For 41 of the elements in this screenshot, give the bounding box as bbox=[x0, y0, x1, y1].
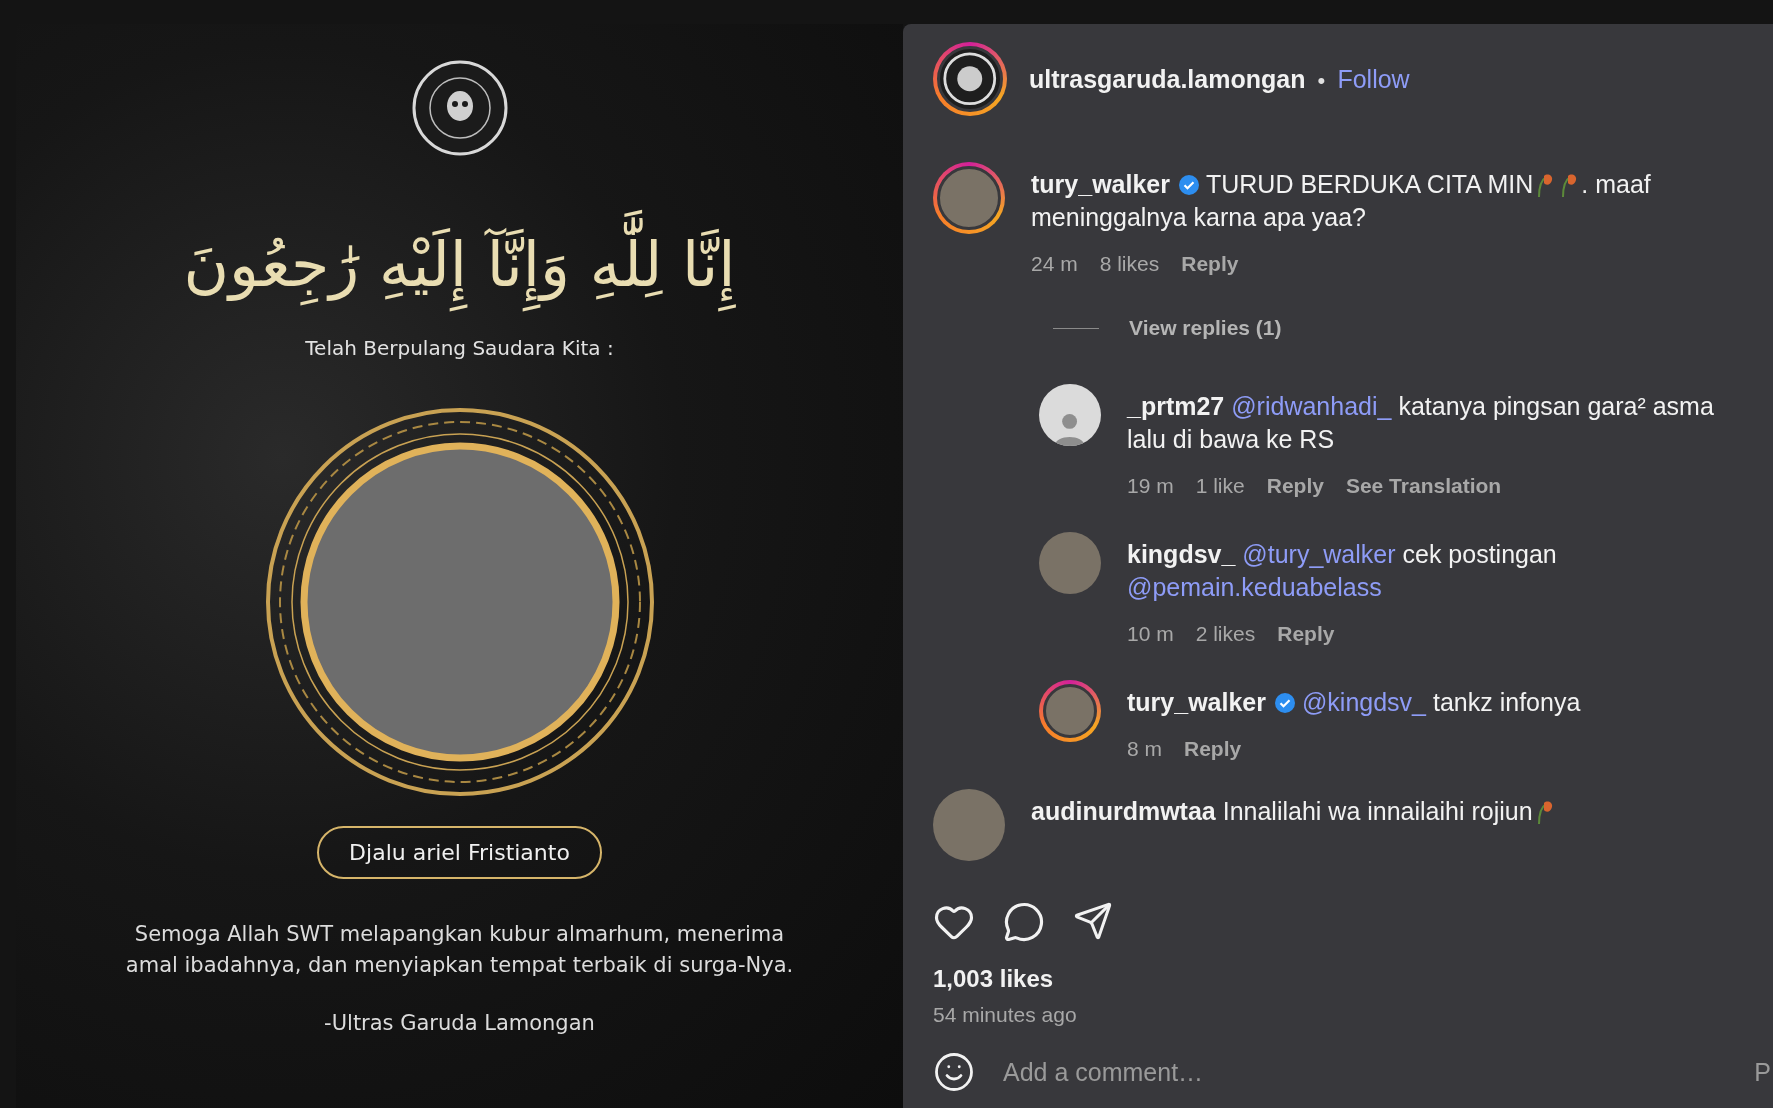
mention-link[interactable]: @ridwanhadi_ bbox=[1231, 392, 1392, 420]
username-link[interactable]: tury_walker bbox=[1031, 170, 1170, 198]
prayer-text: Semoga Allah SWT melapangkan kubur almarhum, menerima amal ibadahnya, dan menyiapkan tempat terbaik di surga-Nya. bbox=[124, 920, 795, 979]
like-count: 2 likes bbox=[1195, 622, 1256, 646]
post-time: 54 minutes ago bbox=[933, 1003, 1078, 1027]
username-link[interactable]: ultrasgaruda.lamongan bbox=[1029, 64, 1306, 93]
separator-dot: • bbox=[1316, 67, 1327, 93]
comment-time: 10 m bbox=[1127, 622, 1174, 646]
username-link[interactable]: kingdsv_ bbox=[1127, 540, 1236, 568]
mention-link[interactable]: @kingdsv_ bbox=[1301, 688, 1427, 716]
like-count: 1 like bbox=[1195, 474, 1245, 498]
post-button[interactable]: P bbox=[1754, 1057, 1773, 1087]
comment-text: kingdsv_ @tury_walker cek postingan @pemain.keduabelass bbox=[1127, 539, 1558, 603]
comment-text: audinurdmwtaa Innalilahi wa innailaihi rojiun bbox=[1031, 795, 1557, 828]
mention-link[interactable]: @pemain.keduabelass bbox=[1127, 573, 1382, 601]
comment-text: tury_walker TURUD BERDUKA CITA MIN . maaf meninggalnya karna apa yaa? bbox=[1031, 169, 1652, 233]
reply-link[interactable]: Reply bbox=[1184, 737, 1242, 761]
follow-link[interactable]: Follow bbox=[1337, 64, 1410, 93]
comment-text: _prtm27 @ridwanhadi_ katanya pingsan gara² asma lalu di bawa ke RS bbox=[1127, 391, 1715, 455]
deceased-name: Djalu ariel Fristianto bbox=[317, 825, 602, 879]
view-replies-button[interactable]: View replies (1) bbox=[1129, 316, 1282, 340]
comment-text: tury_walker @kingdsv_ tankz infonya bbox=[1127, 687, 1581, 718]
username-link[interactable]: audinurdmwtaa bbox=[1031, 797, 1216, 825]
comment-time: 24 m bbox=[1031, 252, 1078, 276]
like-count: 1,003 likes bbox=[933, 965, 1055, 993]
mention-link[interactable]: @tury_walker bbox=[1242, 540, 1396, 568]
username-link[interactable]: _prtm27 bbox=[1127, 392, 1225, 420]
emoji-button[interactable] bbox=[933, 1051, 975, 1093]
poster-caption: Telah Berpulang Saudara Kita : bbox=[305, 335, 614, 360]
reply-link[interactable]: Reply bbox=[1277, 622, 1335, 646]
comment-time: 19 m bbox=[1127, 474, 1174, 498]
arabic-verse: إِنَّا لِلَّٰهِ وَإِنَّآ إِلَيْهِ رَٰجِعُونَ bbox=[173, 206, 746, 324]
like-count: 8 likes bbox=[1099, 252, 1160, 276]
username-link[interactable]: tury_walker bbox=[1127, 688, 1266, 716]
reply-link[interactable]: Reply bbox=[1181, 252, 1239, 276]
signature-text: -Ultras Garuda Lamongan bbox=[324, 1010, 595, 1035]
comment-button[interactable] bbox=[1003, 901, 1045, 943]
comment-time: 8 m bbox=[1127, 737, 1162, 761]
comment-input[interactable]: Add a comment… bbox=[1001, 1056, 1729, 1088]
reply-link[interactable]: Reply bbox=[1266, 474, 1324, 498]
reply-link[interactable]: See Translation bbox=[1345, 474, 1502, 498]
